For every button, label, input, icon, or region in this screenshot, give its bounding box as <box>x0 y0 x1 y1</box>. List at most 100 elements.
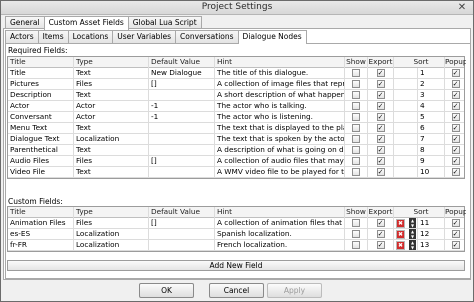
field-title[interactable]: Title <box>8 68 74 79</box>
show-checkbox[interactable] <box>352 168 360 176</box>
show-checkbox[interactable] <box>352 230 360 238</box>
sort-arrows[interactable]: ▲ ▼ <box>408 229 417 240</box>
close-icon[interactable]: ✕ <box>456 2 468 13</box>
arrow-down-icon[interactable]: ▼ <box>409 234 416 239</box>
popup-checkbox[interactable] <box>451 241 460 249</box>
show-checkbox[interactable] <box>352 146 360 154</box>
field-type[interactable]: Files <box>74 218 149 229</box>
field-type[interactable]: Files <box>74 156 149 167</box>
field-hint[interactable]: The actor who is talking. <box>215 101 345 112</box>
field-default-value[interactable] <box>149 90 215 101</box>
sort-order[interactable]: 5 <box>418 112 445 123</box>
field-type[interactable]: Localization <box>74 229 149 240</box>
sort-order[interactable]: 10 <box>418 167 445 178</box>
export-checkbox[interactable] <box>376 168 385 176</box>
field-hint[interactable]: French localization. <box>215 240 345 251</box>
apply-button[interactable]: Apply <box>267 283 322 298</box>
delete-field-button[interactable]: ✖ <box>396 241 405 250</box>
show-checkbox[interactable] <box>352 113 360 121</box>
show-checkbox[interactable] <box>352 69 360 77</box>
subtab-conversations[interactable]: Conversations <box>175 30 239 43</box>
sort-order[interactable]: 2 <box>418 79 445 90</box>
delete-field-button[interactable]: ✖ <box>396 230 405 239</box>
field-hint[interactable]: A collection of image files that represe… <box>215 79 345 90</box>
field-type[interactable]: Text <box>74 145 149 156</box>
subtab-items[interactable]: Items <box>37 30 69 43</box>
sort-order[interactable]: 6 <box>418 123 445 134</box>
popup-checkbox[interactable] <box>451 157 460 165</box>
field-hint[interactable]: The actor who is listening. <box>215 112 345 123</box>
field-title[interactable]: Dialogue Text <box>8 134 74 145</box>
field-title[interactable]: Conversant <box>8 112 74 123</box>
subtab-user-variables[interactable]: User Variables <box>112 30 177 43</box>
field-type[interactable]: Files <box>74 79 149 90</box>
sort-arrows[interactable]: ▲ ▼ <box>408 218 417 229</box>
show-checkbox[interactable] <box>352 80 360 88</box>
show-checkbox[interactable] <box>352 135 360 143</box>
field-type[interactable]: Actor <box>74 101 149 112</box>
field-hint[interactable]: A WMV video file to be played for this d… <box>215 167 345 178</box>
export-checkbox[interactable] <box>376 241 385 249</box>
field-type[interactable]: Actor <box>74 112 149 123</box>
subtab-dialogue-nodes[interactable]: Dialogue Nodes <box>237 30 307 44</box>
field-default-value[interactable] <box>149 229 215 240</box>
popup-checkbox[interactable] <box>451 219 460 227</box>
field-title[interactable]: Audio Files <box>8 156 74 167</box>
field-title[interactable]: Description <box>8 90 74 101</box>
export-checkbox[interactable] <box>376 219 385 227</box>
field-title[interactable]: Pictures <box>8 79 74 90</box>
export-checkbox[interactable] <box>376 69 385 77</box>
field-type[interactable]: Localization <box>74 240 149 251</box>
sort-order[interactable]: 7 <box>418 134 445 145</box>
show-checkbox[interactable] <box>352 124 360 132</box>
field-title[interactable]: Animation Files <box>8 218 74 229</box>
field-default-value[interactable]: [] <box>149 156 215 167</box>
sort-order[interactable]: 12 <box>418 229 445 240</box>
export-checkbox[interactable] <box>376 91 385 99</box>
sort-order[interactable]: 11 <box>418 218 445 229</box>
field-hint[interactable]: A collection of audio files that may be … <box>215 156 345 167</box>
export-checkbox[interactable] <box>376 157 385 165</box>
export-checkbox[interactable] <box>376 135 385 143</box>
field-default-value[interactable]: -1 <box>149 101 215 112</box>
tab-custom-asset-fields[interactable]: Custom Asset Fields <box>43 16 129 30</box>
subtab-locations[interactable]: Locations <box>67 30 114 43</box>
field-title[interactable]: Actor <box>8 101 74 112</box>
popup-checkbox[interactable] <box>451 91 460 99</box>
popup-checkbox[interactable] <box>451 102 460 110</box>
export-checkbox[interactable] <box>376 102 385 110</box>
sort-order[interactable]: 8 <box>418 145 445 156</box>
field-title[interactable]: es-ES <box>8 229 74 240</box>
field-default-value[interactable] <box>149 123 215 134</box>
field-default-value[interactable] <box>149 134 215 145</box>
popup-checkbox[interactable] <box>451 168 460 176</box>
field-type[interactable]: Text <box>74 68 149 79</box>
field-default-value[interactable] <box>149 145 215 156</box>
show-checkbox[interactable] <box>352 157 360 165</box>
sort-order[interactable]: 1 <box>418 68 445 79</box>
popup-checkbox[interactable] <box>451 124 460 132</box>
delete-field-button[interactable]: ✖ <box>396 219 405 228</box>
field-type[interactable]: Text <box>74 123 149 134</box>
show-checkbox[interactable] <box>352 219 360 227</box>
field-hint[interactable]: A collection of animation files that sho… <box>215 218 345 229</box>
arrow-down-icon[interactable]: ▼ <box>409 245 416 250</box>
sort-order[interactable]: 13 <box>418 240 445 251</box>
popup-checkbox[interactable] <box>451 230 460 238</box>
field-default-value[interactable] <box>149 167 215 178</box>
popup-checkbox[interactable] <box>451 113 460 121</box>
export-checkbox[interactable] <box>376 230 385 238</box>
sort-arrows[interactable]: ▲ ▼ <box>408 240 417 251</box>
field-title[interactable]: fr-FR <box>8 240 74 251</box>
field-hint[interactable]: A description of what is going on during <box>215 145 345 156</box>
field-type[interactable]: Text <box>74 90 149 101</box>
field-default-value[interactable] <box>149 240 215 251</box>
arrow-down-icon[interactable]: ▼ <box>409 223 416 228</box>
export-checkbox[interactable] <box>376 80 385 88</box>
field-hint[interactable]: The title of this dialogue. <box>215 68 345 79</box>
show-checkbox[interactable] <box>352 241 360 249</box>
field-hint[interactable]: The text that is displayed to the player… <box>215 123 345 134</box>
field-hint[interactable]: A short description of what happens in t… <box>215 90 345 101</box>
export-checkbox[interactable] <box>376 146 385 154</box>
field-default-value[interactable]: [] <box>149 218 215 229</box>
